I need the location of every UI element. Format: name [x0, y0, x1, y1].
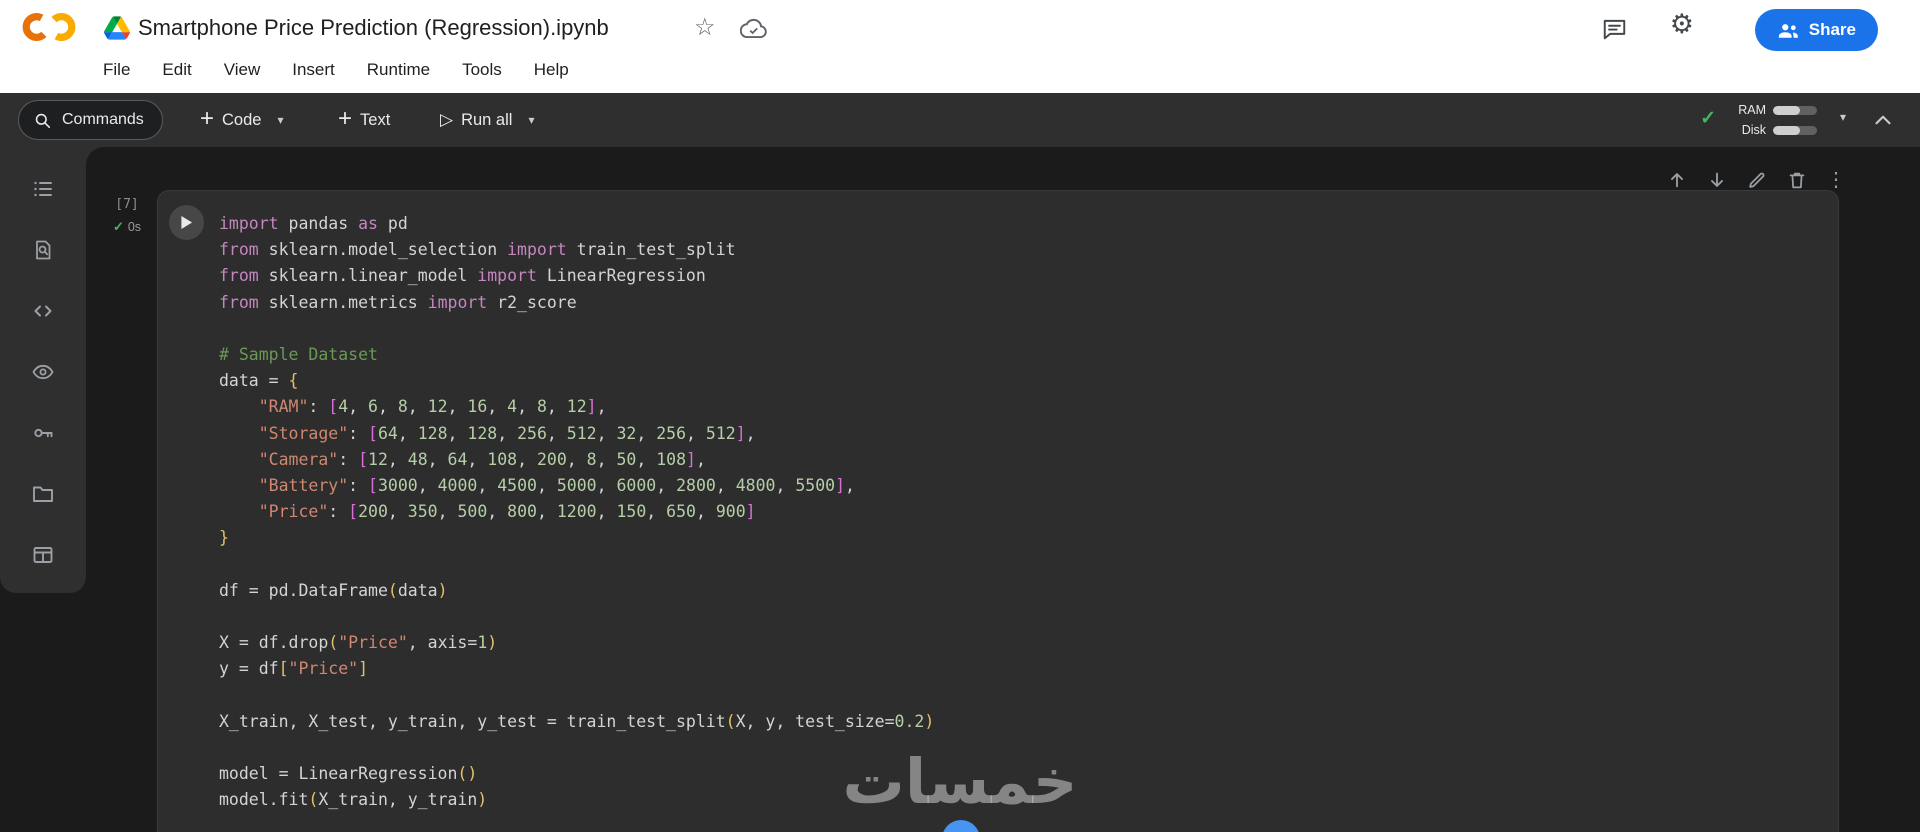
code-line: # Sample Dataset — [219, 342, 934, 368]
code-line — [219, 552, 934, 578]
sidebar-item-data-table[interactable] — [31, 543, 55, 567]
data-table-icon — [31, 543, 55, 567]
resource-monitor[interactable]: RAM Disk — [1734, 100, 1820, 140]
menu-view[interactable]: View — [224, 60, 261, 80]
add-text-button[interactable]: + Text — [338, 93, 390, 147]
sidebar-item-files[interactable] — [31, 482, 55, 506]
main-area: ⋮ [7] ✓ 0s import pandas as pdfrom sklea… — [0, 147, 1920, 832]
menu-help[interactable]: Help — [534, 60, 569, 80]
execution-count: [7] — [102, 197, 152, 212]
sidebar-item-find-and-replace[interactable] — [31, 238, 55, 262]
code-line: } — [219, 525, 934, 551]
code-line: df = pd.DataFrame(data) — [219, 578, 934, 604]
add-code-button[interactable]: + Code ▾ — [200, 93, 284, 147]
menu-edit[interactable]: Edit — [162, 60, 191, 80]
delete-cell-trash-icon[interactable] — [1786, 169, 1808, 191]
execution-success-check-icon: ✓ — [113, 219, 124, 235]
files-folder-icon — [31, 482, 55, 506]
code-line: model.fit(X_train, y_train) — [219, 787, 934, 813]
commands-button[interactable]: Commands — [18, 100, 163, 140]
move-cell-up-icon[interactable] — [1666, 169, 1688, 191]
code-line: "Battery": [3000, 4000, 4500, 5000, 6000… — [219, 473, 934, 499]
code-cell: import pandas as pdfrom sklearn.model_se… — [157, 190, 1839, 832]
notebook-title[interactable]: Smartphone Price Prediction (Regression)… — [138, 15, 609, 41]
code-line: "RAM": [4, 6, 8, 12, 16, 4, 8, 12], — [219, 394, 934, 420]
watermark-text: خمسات — [843, 745, 1078, 818]
disk-label: Disk — [1734, 123, 1766, 137]
cell-toolbar: ⋮ — [1666, 169, 1846, 191]
code-line: "Camera": [12, 48, 64, 108, 200, 8, 50, … — [219, 447, 934, 473]
menu-runtime[interactable]: Runtime — [367, 60, 430, 80]
disk-usage-bar — [1773, 126, 1817, 135]
code-line: X = df.drop("Price", axis=1) — [219, 630, 934, 656]
header: Smartphone Price Prediction (Regression)… — [0, 0, 1920, 93]
resources-chevron-down-icon[interactable]: ▾ — [1840, 110, 1846, 124]
table-of-contents-icon — [31, 177, 55, 201]
play-outline-icon: ▷ — [440, 110, 453, 130]
execution-time: 0s — [128, 220, 141, 234]
star-icon[interactable]: ☆ — [694, 13, 716, 42]
edit-cell-pen-icon[interactable] — [1746, 169, 1768, 191]
sidebar-item-code-snippets[interactable] — [31, 299, 55, 323]
code-line — [219, 604, 934, 630]
search-icon — [33, 111, 52, 130]
chevron-down-icon[interactable]: ▾ — [528, 113, 534, 127]
share-button[interactable]: Share — [1755, 9, 1878, 51]
menu-file[interactable]: File — [103, 60, 130, 80]
code-line: from sklearn.metrics import r2_score — [219, 290, 934, 316]
sidebar-item-variable-inspector[interactable] — [31, 360, 55, 384]
comments-icon[interactable] — [1601, 16, 1628, 42]
sidebar-item-secrets[interactable] — [31, 421, 55, 445]
code-line: from sklearn.model_selection import trai… — [219, 237, 934, 263]
chevron-down-icon[interactable]: ▾ — [277, 113, 283, 127]
run-cell-button[interactable] — [169, 205, 204, 240]
google-drive-icon — [104, 16, 130, 40]
ram-usage-bar — [1773, 106, 1817, 115]
secrets-key-icon — [31, 421, 55, 445]
code-line: "Storage": [64, 128, 128, 256, 512, 32, … — [219, 421, 934, 447]
more-cell-options-icon[interactable]: ⋮ — [1826, 170, 1846, 190]
code-line: model = LinearRegression() — [219, 761, 934, 787]
run-all-label: Run all — [461, 111, 512, 130]
menu-insert[interactable]: Insert — [292, 60, 335, 80]
plus-icon: + — [200, 107, 214, 131]
code-line: y = df["Price"] — [219, 656, 934, 682]
move-cell-down-icon[interactable] — [1706, 169, 1728, 191]
add-code-label: Code — [222, 111, 261, 130]
settings-gear-icon[interactable]: ⚙ — [1670, 9, 1694, 40]
code-line — [219, 735, 934, 761]
code-line: from sklearn.linear_model import LinearR… — [219, 263, 934, 289]
cell-gutter: [7] ✓ 0s — [102, 197, 152, 235]
sidebar-item-table-of-contents[interactable] — [31, 177, 55, 201]
ram-label: RAM — [1734, 103, 1766, 117]
run-all-button[interactable]: ▷ Run all ▾ — [440, 93, 534, 147]
collapse-toolbar-chevron-icon[interactable] — [1870, 107, 1896, 133]
menu-bar: File Edit View Insert Runtime Tools Help — [103, 55, 569, 85]
play-icon — [180, 215, 193, 230]
find-and-replace-icon — [31, 238, 55, 262]
execution-status: ✓ 0s — [102, 219, 152, 235]
add-text-label: Text — [360, 111, 390, 130]
code-line: import pandas as pd — [219, 211, 934, 237]
code-line: X_train, X_test, y_train, y_test = train… — [219, 709, 934, 735]
notebook-scroll-area[interactable]: ⋮ [7] ✓ 0s import pandas as pdfrom sklea… — [86, 147, 1920, 832]
menu-tools[interactable]: Tools — [462, 60, 502, 80]
commands-label: Commands — [62, 111, 144, 129]
colab-app: { "header": { "title": "Smartphone Price… — [0, 0, 1920, 832]
runtime-connected-check-icon: ✓ — [1700, 107, 1716, 130]
share-people-icon — [1777, 21, 1799, 39]
code-line — [219, 683, 934, 709]
left-sidebar — [0, 147, 86, 593]
code-line: "Price": [200, 350, 500, 800, 1200, 150,… — [219, 499, 934, 525]
code-line — [219, 316, 934, 342]
notebook-toolbar: Commands + Code ▾ + Text ▷ Run all ▾ ✓ R… — [0, 93, 1920, 147]
cloud-save-icon[interactable] — [740, 18, 768, 40]
code-line: data = { — [219, 368, 934, 394]
plus-icon: + — [338, 107, 352, 131]
colab-logo-icon[interactable] — [20, 8, 78, 46]
variable-inspector-icon — [31, 360, 55, 384]
code-editor[interactable]: import pandas as pdfrom sklearn.model_se… — [219, 211, 934, 814]
code-snippets-icon — [31, 299, 55, 323]
share-label: Share — [1809, 20, 1856, 40]
